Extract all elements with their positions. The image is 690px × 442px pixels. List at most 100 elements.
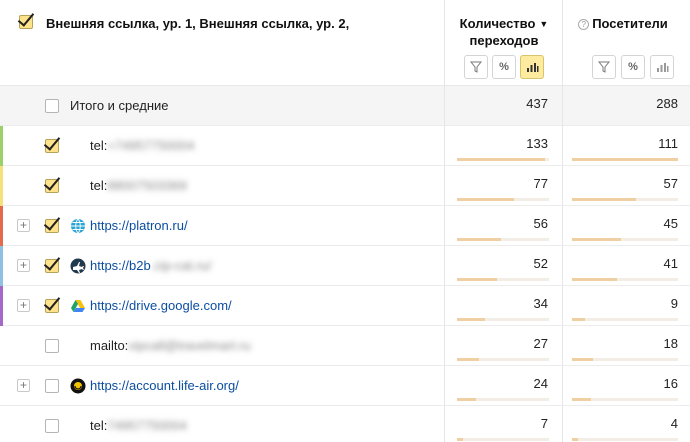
clicks-bar-fill bbox=[457, 158, 545, 161]
help-icon[interactable]: ? bbox=[578, 19, 590, 30]
clicks-bar-fill bbox=[457, 358, 479, 361]
metric-clicks-header[interactable]: Количество ▼ переходов bbox=[452, 16, 556, 49]
row-label: mailto:vipcall@travelmart.ru bbox=[90, 338, 251, 353]
total-visitors-value: 288 bbox=[656, 96, 678, 111]
series-color-stripe bbox=[0, 246, 3, 286]
visitors-bar-track bbox=[572, 358, 678, 361]
row-label-text: mailto: bbox=[90, 338, 129, 353]
visitors-bar-fill bbox=[572, 398, 591, 401]
filter-button-clicks[interactable] bbox=[464, 55, 488, 79]
clicks-bar-track bbox=[457, 238, 549, 241]
table-row[interactable]: tel:88007503369 77 57 bbox=[0, 166, 690, 206]
row-link[interactable]: https://account.life-air.org/ bbox=[90, 378, 239, 393]
row-checkbox[interactable] bbox=[45, 179, 59, 193]
table-row[interactable]: mailto:vipcall@travelmart.ru 27 18 bbox=[0, 326, 690, 366]
visitors-bar-track bbox=[572, 398, 678, 401]
total-row: Итого и средние 437 288 bbox=[0, 86, 690, 126]
clicks-bar-track bbox=[457, 358, 549, 361]
visitors-bar-track bbox=[572, 158, 678, 161]
dimension-column-title: Внешняя ссылка, ур. 1, Внешняя ссылка, у… bbox=[46, 16, 350, 31]
row-checkbox[interactable] bbox=[45, 419, 59, 433]
row-checkbox[interactable] bbox=[45, 339, 59, 353]
clicks-bar-track bbox=[457, 318, 549, 321]
bars-button-clicks[interactable] bbox=[520, 55, 544, 79]
clicks-value: 7 bbox=[540, 416, 548, 431]
series-color-stripe bbox=[0, 126, 3, 166]
expand-row-button[interactable]: + bbox=[17, 219, 30, 232]
row-label-text: tel: bbox=[90, 138, 108, 153]
visitors-value: 41 bbox=[663, 256, 678, 271]
clicks-bar-track bbox=[457, 278, 549, 281]
visitors-bar-track bbox=[572, 198, 678, 201]
visitors-bar-track bbox=[572, 278, 678, 281]
filter-button-visitors[interactable] bbox=[592, 55, 616, 79]
row-label-redacted: .cip-cat.ru/ bbox=[150, 258, 212, 273]
total-row-label: Итого и средние bbox=[70, 98, 169, 113]
clicks-value: 77 bbox=[533, 176, 548, 191]
visitors-bar-fill bbox=[572, 238, 621, 241]
percent-button-visitors[interactable]: % bbox=[621, 55, 645, 79]
series-color-stripe bbox=[0, 286, 3, 326]
row-label-text: tel: bbox=[90, 178, 108, 193]
clicks-bar-track bbox=[457, 398, 549, 401]
row-label-text: https://b2b bbox=[90, 258, 151, 273]
sort-desc-icon[interactable]: ▼ bbox=[539, 19, 548, 29]
clicks-bar-track bbox=[457, 438, 549, 441]
table-row[interactable]: + https://account.life-air.org/24 16 bbox=[0, 366, 690, 406]
filter-icon bbox=[598, 61, 610, 73]
table-row[interactable]: + https://b2b.cip-cat.ru/52 41 bbox=[0, 246, 690, 286]
row-label-text: https://drive.google.com/ bbox=[90, 298, 232, 313]
total-row-checkbox[interactable] bbox=[45, 99, 59, 113]
clicks-value: 24 bbox=[533, 376, 548, 391]
bars-button-visitors[interactable] bbox=[650, 55, 674, 79]
row-link[interactable]: https://drive.google.com/ bbox=[90, 298, 232, 313]
table-row[interactable]: tel:+74957750004 133 111 bbox=[0, 126, 690, 166]
visitors-bar-fill bbox=[572, 198, 636, 201]
clicks-value: 52 bbox=[533, 256, 548, 271]
clicks-value: 27 bbox=[533, 336, 548, 351]
table-row[interactable]: tel:74957750004 7 4 bbox=[0, 406, 690, 442]
visitors-value: 18 bbox=[663, 336, 678, 351]
metric-clicks-title-line1: Количество bbox=[459, 16, 536, 31]
column-divider bbox=[444, 0, 445, 442]
visitors-value: 16 bbox=[663, 376, 678, 391]
clicks-value: 133 bbox=[526, 136, 548, 151]
bar-chart-icon bbox=[656, 63, 668, 72]
row-link[interactable]: https://platron.ru/ bbox=[90, 218, 188, 233]
clicks-bar-fill bbox=[457, 238, 501, 241]
google-drive-icon bbox=[70, 298, 86, 314]
expand-row-button[interactable]: + bbox=[17, 299, 30, 312]
series-color-stripe bbox=[0, 166, 3, 206]
visitors-bar-fill bbox=[572, 358, 593, 361]
row-checkbox[interactable] bbox=[45, 259, 59, 273]
clicks-bar-fill bbox=[457, 398, 476, 401]
row-checkbox[interactable] bbox=[45, 139, 59, 153]
clicks-bar-fill bbox=[457, 318, 485, 321]
percent-icon: % bbox=[499, 61, 509, 73]
metric-clicks-title-line2: переходов bbox=[469, 33, 539, 48]
metric-visitors-title: Посетители bbox=[592, 16, 668, 31]
metric-visitors-header[interactable]: ? Посетители bbox=[568, 16, 678, 32]
clicks-bar-fill bbox=[457, 438, 463, 441]
row-link[interactable]: https://b2b.cip-cat.ru/ bbox=[90, 258, 211, 273]
percent-button-clicks[interactable]: % bbox=[492, 55, 516, 79]
expand-row-button[interactable]: + bbox=[17, 259, 30, 272]
visitors-bar-fill bbox=[572, 438, 578, 441]
clicks-bar-track bbox=[457, 158, 549, 161]
table-row[interactable]: + https://drive.google.com/34 9 bbox=[0, 286, 690, 326]
row-label-redacted: 88007503369 bbox=[107, 178, 187, 193]
select-all-checkbox[interactable] bbox=[19, 15, 33, 29]
row-label-text: https://platron.ru/ bbox=[90, 218, 188, 233]
expand-row-button[interactable]: + bbox=[17, 379, 30, 392]
table-row[interactable]: + https://platron.ru/56 45 bbox=[0, 206, 690, 246]
row-label-text: https://account.life-air.org/ bbox=[90, 378, 239, 393]
visitors-bar-fill bbox=[572, 318, 585, 321]
row-label-redacted: 74957750004 bbox=[107, 418, 187, 433]
visitors-value: 57 bbox=[663, 176, 678, 191]
row-checkbox[interactable] bbox=[45, 379, 59, 393]
row-checkbox[interactable] bbox=[45, 219, 59, 233]
row-checkbox[interactable] bbox=[45, 299, 59, 313]
visitors-value: 45 bbox=[663, 216, 678, 231]
percent-icon: % bbox=[628, 61, 638, 73]
series-color-stripe bbox=[0, 206, 3, 246]
